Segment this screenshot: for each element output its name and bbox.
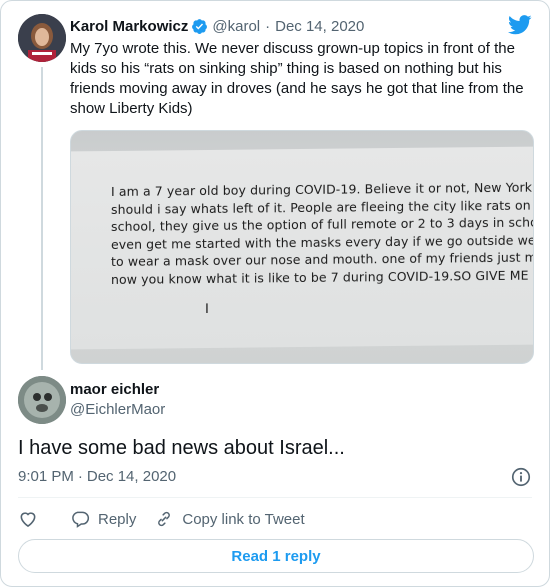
reply-tweet-header: maor eichler @EichlerMaor	[70, 380, 165, 420]
copy-link-button[interactable]: Copy link to Tweet	[154, 509, 305, 529]
copy-link-label: Copy link to Tweet	[182, 510, 305, 528]
reply-button[interactable]: Reply	[70, 509, 136, 529]
action-bar: Reply Copy link to Tweet	[18, 507, 323, 531]
quoted-author-name[interactable]: Karol Markowicz	[70, 18, 188, 35]
quoted-tweet-text: My 7yo wrote this. We never discuss grow…	[70, 40, 524, 117]
quoted-tweet-date[interactable]: Dec 14, 2020	[275, 18, 364, 35]
actions-divider	[18, 497, 532, 498]
twitter-bird-icon[interactable]	[508, 15, 532, 35]
photo-essay-text: I am a 7 year old boy during COVID-19. B…	[111, 178, 533, 288]
info-icon[interactable]	[510, 466, 532, 488]
link-icon	[158, 511, 171, 527]
text-cursor-glyph: I	[205, 299, 209, 317]
heart-icon	[20, 512, 36, 528]
header-separator: ·	[265, 17, 271, 35]
verified-badge-icon	[192, 18, 208, 34]
like-button[interactable]	[18, 509, 38, 529]
reply-author-handle[interactable]: @EichlerMaor	[70, 400, 165, 420]
maor-avatar[interactable]	[18, 376, 66, 424]
reply-button-label: Reply	[98, 510, 137, 528]
thread-connector-line	[41, 67, 43, 370]
reply-author-name[interactable]: maor eichler	[70, 380, 165, 400]
reply-bubble-icon	[72, 511, 90, 528]
photo-of-screen: I am a 7 year old boy during COVID-19. B…	[71, 146, 533, 350]
quoted-tweet-header: Karol Markowicz @karol · Dec 14, 2020	[70, 16, 364, 36]
tweet-card: Karol Markowicz @karol · Dec 14, 2020 My…	[0, 0, 550, 587]
karol-avatar[interactable]	[18, 14, 66, 62]
reply-timestamp[interactable]: 9:01 PM · Dec 14, 2020	[18, 468, 176, 485]
reply-date: Dec 14, 2020	[86, 468, 177, 485]
read-replies-button[interactable]: Read 1 reply	[18, 539, 534, 573]
quoted-author-handle[interactable]: @karol	[212, 18, 260, 35]
reply-time: 9:01 PM	[18, 468, 74, 485]
reply-tweet-text: I have some bad news about Israel...	[18, 437, 345, 459]
quoted-tweet-image[interactable]: I am a 7 year old boy during COVID-19. B…	[70, 130, 534, 364]
reply-time-separator: ·	[77, 468, 83, 485]
